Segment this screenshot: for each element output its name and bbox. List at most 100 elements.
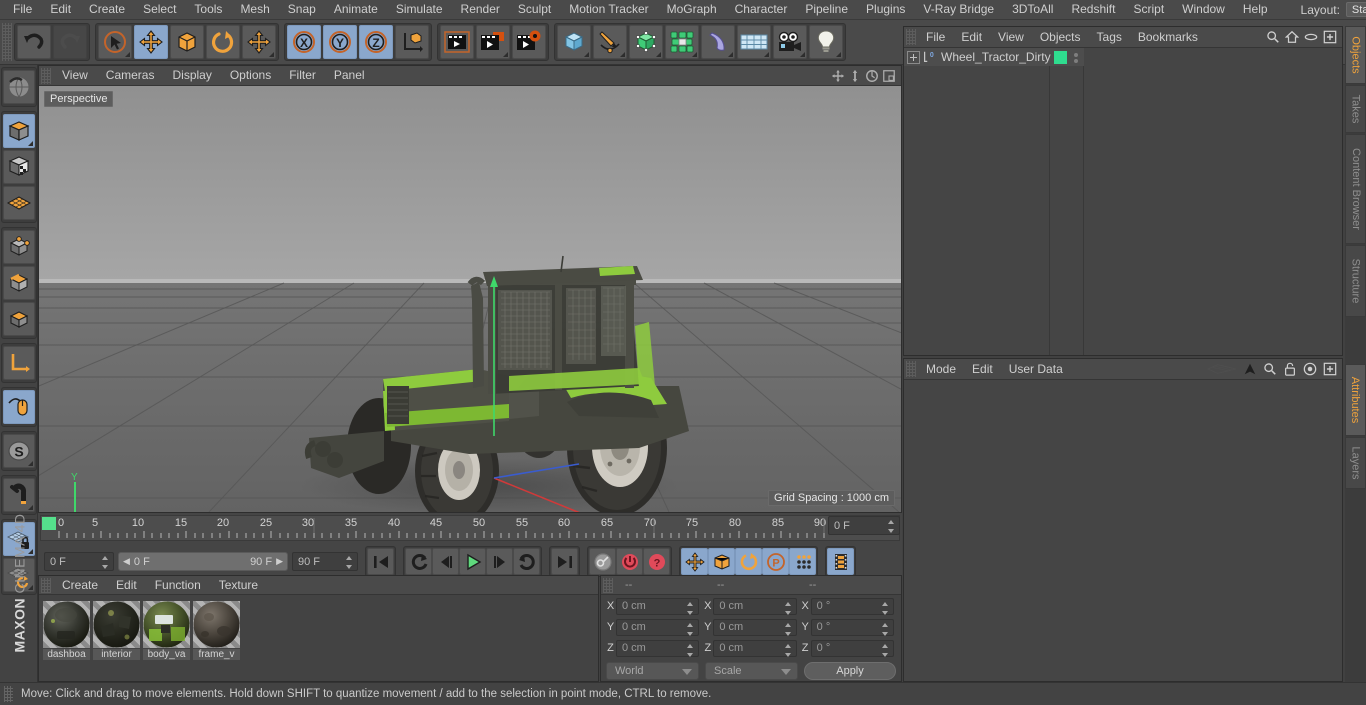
menu-mesh[interactable]: Mesh (231, 0, 278, 19)
soft-selection-button[interactable]: S (2, 434, 35, 468)
undo-view-button[interactable] (2, 70, 35, 104)
new-tab-icon[interactable] (1323, 30, 1337, 44)
step-back-button[interactable] (432, 548, 459, 575)
range-left-arrow-icon[interactable]: ◀ (123, 556, 130, 567)
attribute-menu-mode[interactable]: Mode (918, 359, 964, 379)
menu-vray-bridge[interactable]: V-Ray Bridge (914, 0, 1003, 19)
menu-motion-tracker[interactable]: Motion Tracker (560, 0, 657, 19)
size-x-field[interactable]: 0 cm (713, 597, 797, 615)
position-x-field[interactable]: 0 cm (616, 597, 700, 615)
search-icon[interactable] (1266, 30, 1280, 44)
material-item[interactable]: body_va (143, 601, 190, 660)
rotate-view-icon[interactable] (865, 69, 879, 83)
key-scale-button[interactable] (708, 548, 735, 575)
attribute-menu-edit[interactable]: Edit (964, 359, 1001, 379)
menu-redshift[interactable]: Redshift (1062, 0, 1124, 19)
size-y-field[interactable]: 0 cm (713, 618, 797, 636)
object-menu-objects[interactable]: Objects (1032, 27, 1089, 47)
menu-mograph[interactable]: MoGraph (658, 0, 726, 19)
stepper-icon[interactable] (784, 622, 792, 636)
polygon-mode-button[interactable] (2, 302, 35, 336)
timeline-range-slider[interactable]: ◀ 0 F 90 F ▶ (118, 552, 288, 571)
move-alt-tool-button[interactable] (242, 25, 276, 59)
material-swatch[interactable] (43, 601, 90, 648)
play-backwards-loop-button[interactable] (405, 548, 432, 575)
size-z-field[interactable]: 0 cm (713, 639, 797, 657)
material-item[interactable]: frame_v (193, 601, 240, 660)
end-frame-field[interactable]: 90 F (292, 552, 358, 571)
rotation-x-field[interactable]: 0 ° (810, 597, 894, 615)
menu-snap[interactable]: Snap (279, 0, 325, 19)
undo-button[interactable] (17, 25, 51, 59)
key-position-button[interactable] (681, 548, 708, 575)
vertical-tab-content-browser[interactable]: Content Browser (1345, 134, 1366, 244)
spline-pen-button[interactable] (593, 25, 627, 59)
vertical-tab-objects[interactable]: Objects (1345, 26, 1366, 84)
material-menu-function[interactable]: Function (146, 576, 210, 594)
camera-button[interactable] (773, 25, 807, 59)
move-tool-button[interactable] (134, 25, 168, 59)
stepper-icon[interactable] (346, 556, 353, 569)
target-icon[interactable] (1303, 362, 1317, 376)
world-coordinate-button[interactable] (395, 25, 429, 59)
attribute-menu-user-data[interactable]: User Data (1001, 359, 1071, 379)
expand-toggle-icon[interactable] (907, 50, 920, 64)
toolbar-grip[interactable] (2, 23, 12, 61)
timeline-ruler[interactable]: 0 5 10 15 20 25 30 35 40 45 50 55 60 65 … (40, 515, 900, 541)
stepper-icon[interactable] (784, 643, 792, 657)
viewport-menu-view[interactable]: View (53, 66, 97, 85)
preview-frame-field[interactable]: 0 F (828, 516, 900, 535)
coordinate-mode-select[interactable]: Scale (705, 662, 798, 680)
environment-floor-button[interactable] (737, 25, 771, 59)
material-swatch[interactable] (93, 601, 140, 648)
range-right-arrow-icon[interactable]: ▶ (276, 556, 283, 567)
key-parameter-button[interactable]: P (762, 548, 789, 575)
record-key-button[interactable] (589, 548, 616, 575)
menu-edit[interactable]: Edit (41, 0, 80, 19)
object-menu-file[interactable]: File (918, 27, 953, 47)
pan-view-icon[interactable] (831, 69, 845, 83)
menu-pipeline[interactable]: Pipeline (796, 0, 857, 19)
material-menu-edit[interactable]: Edit (107, 576, 146, 594)
material-swatch[interactable] (193, 601, 240, 648)
coordinate-system-select[interactable]: World (606, 662, 699, 680)
vertical-tab-takes[interactable]: Takes (1345, 85, 1366, 133)
viewport-menu-cameras[interactable]: Cameras (97, 66, 164, 85)
key-pla-button[interactable] (789, 548, 816, 575)
search-icon[interactable] (1263, 362, 1277, 376)
apply-button[interactable]: Apply (804, 662, 896, 680)
material-menu-texture[interactable]: Texture (210, 576, 267, 594)
attribute-manager-grip[interactable] (906, 361, 916, 377)
stepper-icon[interactable] (881, 622, 889, 636)
vertical-tab-structure[interactable]: Structure (1345, 245, 1366, 317)
enable-axis-modification-button[interactable] (2, 390, 35, 424)
viewport-menu-panel[interactable]: Panel (325, 66, 374, 85)
menu-render[interactable]: Render (452, 0, 509, 19)
stepper-icon[interactable] (687, 601, 694, 615)
menu-simulate[interactable]: Simulate (387, 0, 452, 19)
menu-3dtoall[interactable]: 3DToAll (1003, 0, 1062, 19)
select-tool-button[interactable] (98, 25, 132, 59)
new-tab-icon[interactable] (1323, 362, 1337, 376)
position-z-field[interactable]: 0 cm (616, 639, 700, 657)
stepper-icon[interactable] (687, 622, 694, 636)
maximize-view-icon[interactable] (882, 69, 896, 83)
material-item[interactable]: interior (93, 601, 140, 660)
rotation-y-field[interactable]: 0 ° (810, 618, 894, 636)
stepper-icon[interactable] (881, 601, 889, 615)
status-bar-grip[interactable] (4, 686, 13, 702)
object-manager-grip[interactable] (906, 29, 916, 45)
menu-script[interactable]: Script (1124, 0, 1173, 19)
play-button[interactable] (459, 548, 486, 575)
render-view-button[interactable] (440, 25, 474, 59)
viewport-menu-options[interactable]: Options (221, 66, 280, 85)
menu-help[interactable]: Help (1234, 0, 1277, 19)
timeline-filmstrip-button[interactable] (827, 548, 854, 575)
menu-sculpt[interactable]: Sculpt (509, 0, 560, 19)
key-rotation-button[interactable] (735, 548, 762, 575)
plane-icon[interactable] (1207, 362, 1237, 376)
menu-tools[interactable]: Tools (185, 0, 231, 19)
home-icon[interactable] (1285, 30, 1299, 44)
deformer-bend-button[interactable] (701, 25, 735, 59)
object-tree[interactable]: 0 Wheel_Tractor_Dirty (904, 48, 1342, 355)
